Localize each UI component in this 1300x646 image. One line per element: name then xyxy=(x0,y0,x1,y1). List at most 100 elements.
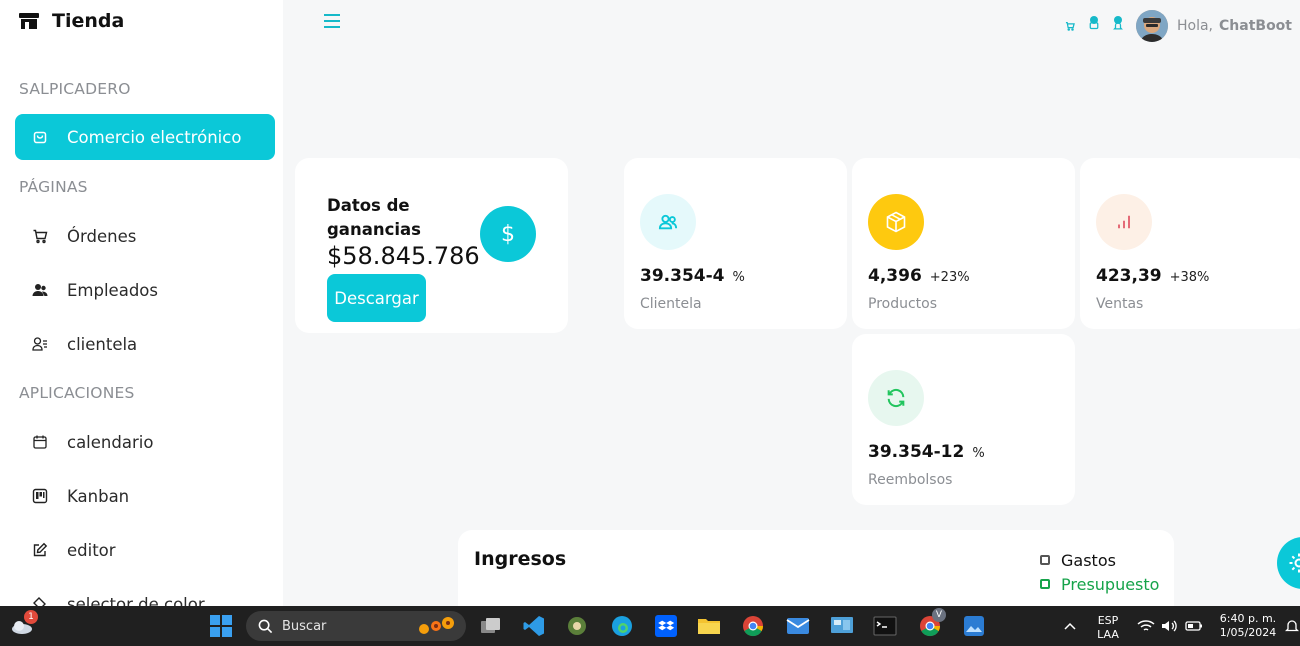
taskbar-app-photos-2[interactable] xyxy=(962,614,986,638)
sidebar-item-customers[interactable]: clientela xyxy=(15,321,275,367)
earnings-card: Datos de ganancias $58.845.786 Descargar… xyxy=(295,158,568,333)
weather-widget[interactable]: 1 xyxy=(10,610,38,638)
taskbar-app-edge[interactable] xyxy=(610,614,634,638)
taskbar-app-photos[interactable] xyxy=(565,614,589,638)
users-icon[interactable] xyxy=(640,194,696,250)
topbar-actions: Hola, ChatBoot xyxy=(1062,10,1292,42)
stat-card-products: 4,396 +23% Productos xyxy=(852,158,1075,329)
legend-item-expenses[interactable]: Gastos xyxy=(1040,548,1159,572)
sidebar-item-color-picker[interactable]: selector de color xyxy=(15,581,275,606)
sidebar: Tienda SALPICADERO Comercio electrónico … xyxy=(0,0,283,606)
volume-button[interactable] xyxy=(1158,614,1182,638)
taskbar-app-mail[interactable] xyxy=(786,614,810,638)
sidebar-item-orders[interactable]: Órdenes xyxy=(15,213,275,259)
cart-icon xyxy=(31,227,49,245)
sidebar-item-label: editor xyxy=(67,540,116,560)
section-label-pages: PÁGINAS xyxy=(19,178,88,196)
brand-name: Tienda xyxy=(52,10,125,32)
refresh-icon[interactable] xyxy=(868,370,924,426)
user-photo-icon xyxy=(1136,10,1168,42)
folder-icon xyxy=(698,619,720,634)
language-code: ESP xyxy=(1097,614,1119,627)
show-hidden-icons-button[interactable] xyxy=(1058,614,1082,638)
chat-button[interactable] xyxy=(1086,16,1102,34)
task-view-button[interactable] xyxy=(479,614,503,638)
wifi-button[interactable] xyxy=(1134,614,1158,638)
bell-icon xyxy=(1285,620,1299,632)
legend-label: Presupuesto xyxy=(1061,574,1160,594)
legend-swatch xyxy=(1040,579,1050,589)
store-icon xyxy=(18,10,40,32)
battery-button[interactable] xyxy=(1182,614,1206,638)
taskbar-app-explorer[interactable] xyxy=(697,614,721,638)
sidebar-item-label: Comercio electrónico xyxy=(67,127,242,147)
username[interactable]: ChatBoot xyxy=(1219,18,1292,34)
sidebar-item-editor[interactable]: editor xyxy=(15,527,275,573)
taskbar-app-vscode[interactable] xyxy=(522,614,546,638)
bar-chart-icon[interactable] xyxy=(1096,194,1152,250)
cart-button[interactable] xyxy=(1062,18,1078,34)
menu-icon xyxy=(324,14,340,28)
sidebar-item-label: calendario xyxy=(67,432,154,452)
task-view-icon xyxy=(481,618,500,633)
brand[interactable]: Tienda xyxy=(18,10,124,32)
notifications-button[interactable] xyxy=(1110,16,1126,34)
taskbar-search[interactable]: Buscar xyxy=(246,611,466,641)
greeting-text: Hola, xyxy=(1177,18,1214,34)
dollar-icon: $ xyxy=(480,206,536,262)
weather-badge: 1 xyxy=(24,610,38,624)
legend-label: Gastos xyxy=(1061,550,1116,570)
profile-badge: V xyxy=(932,608,946,622)
image-icon xyxy=(964,616,984,636)
legend-item-budget[interactable]: Presupuesto xyxy=(1040,572,1159,596)
control-panel-icon xyxy=(831,617,853,633)
sidebar-item-ecommerce[interactable]: Comercio electrónico xyxy=(15,114,275,160)
user-list-icon xyxy=(31,335,49,353)
settings-fab[interactable] xyxy=(1277,537,1300,589)
notifications-center-button[interactable] xyxy=(1280,614,1300,638)
stat-value: 39.354-12 xyxy=(868,442,965,462)
start-button[interactable] xyxy=(209,614,233,638)
paint-bucket-icon xyxy=(31,595,49,606)
taskbar-app-chrome[interactable] xyxy=(741,614,765,638)
chart-legend: Gastos Presupuesto xyxy=(1040,548,1159,596)
search-icon xyxy=(258,619,273,634)
stat-card-sales: 423,39 +38% Ventas xyxy=(1080,158,1300,329)
search-placeholder: Buscar xyxy=(282,618,327,634)
wifi-icon xyxy=(1137,620,1155,631)
calendar-icon xyxy=(31,433,49,451)
taskbar-app-chrome-profile[interactable]: V xyxy=(918,608,946,638)
sidebar-item-label: Órdenes xyxy=(67,226,137,246)
chevron-up-icon xyxy=(1064,622,1076,630)
stat-value: 39.354-4 xyxy=(640,266,725,286)
sidebar-item-calendar[interactable]: calendario xyxy=(15,419,275,465)
sidebar-item-kanban[interactable]: Kanban xyxy=(15,473,275,519)
users-icon xyxy=(31,281,49,299)
language-indicator[interactable]: ESP LAA xyxy=(1090,614,1126,642)
taskbar-app-dropbox[interactable] xyxy=(654,614,678,638)
taskbar-app-terminal[interactable] xyxy=(873,614,897,638)
clock-date: 1/05/2024 xyxy=(1219,626,1277,639)
download-button[interactable]: Descargar xyxy=(327,274,426,322)
earnings-amount: $58.845.786 xyxy=(327,242,480,270)
notification-dot xyxy=(1114,16,1122,24)
box-icon[interactable] xyxy=(868,194,924,250)
cart-icon xyxy=(1065,21,1075,31)
stat-label: Productos xyxy=(868,296,938,312)
legend-swatch xyxy=(1040,555,1050,565)
taskbar-app-control-panel[interactable] xyxy=(830,614,854,638)
shopping-bag-icon xyxy=(31,128,49,146)
sidebar-item-label: Empleados xyxy=(67,280,158,300)
earnings-title: Datos de ganancias xyxy=(327,196,421,239)
terminal-icon xyxy=(873,616,897,636)
sidebar-item-employees[interactable]: Empleados xyxy=(15,267,275,313)
photo-app-icon xyxy=(568,617,586,635)
stat-value-row: 39.354-12 % xyxy=(868,442,985,462)
windows-icon xyxy=(210,615,232,637)
avatar[interactable] xyxy=(1136,10,1168,42)
hamburger-menu-button[interactable] xyxy=(322,12,344,30)
clock[interactable]: 6:40 p. m. 1/05/2024 xyxy=(1212,612,1284,640)
stat-value-row: 39.354-4 % xyxy=(640,266,745,286)
stat-percent: % xyxy=(972,446,985,461)
revenue-title: Ingresos xyxy=(474,548,567,570)
